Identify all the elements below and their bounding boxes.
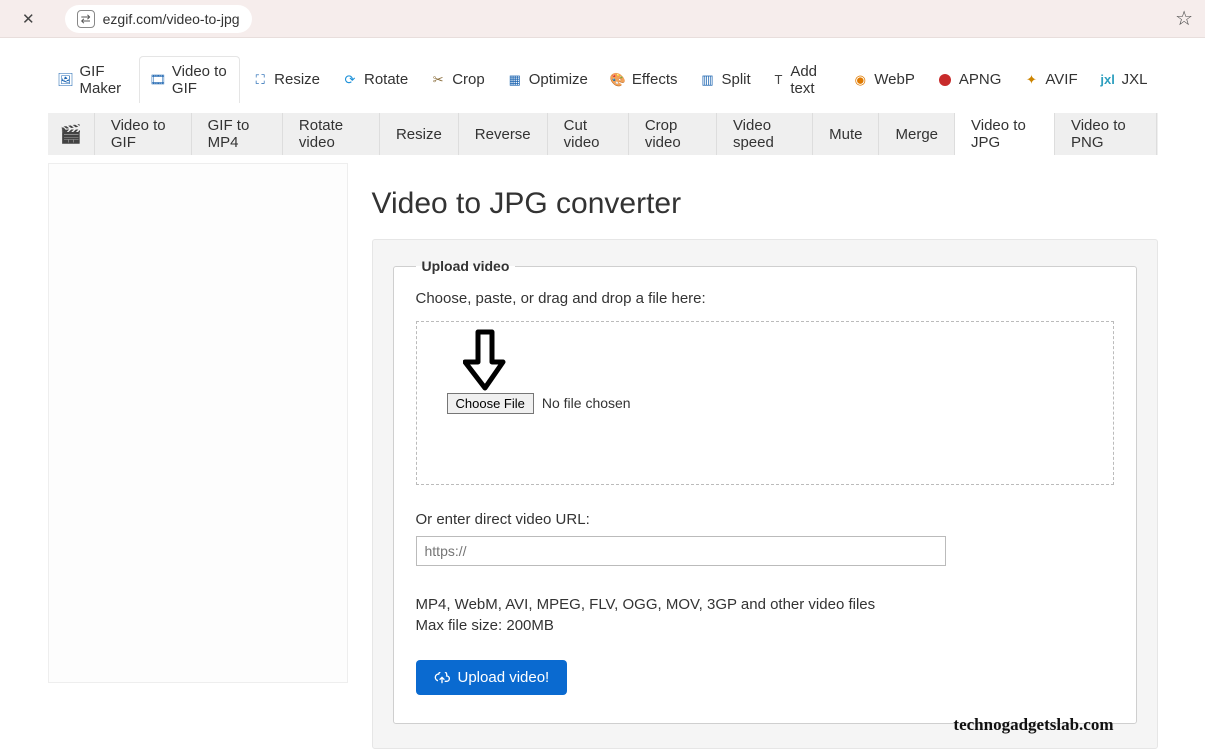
nav-jxl[interactable]: jxl JXL [1090, 65, 1158, 94]
subnav-video-speed[interactable]: Video speed [717, 113, 813, 155]
upload-instruction: Choose, paste, or drag and drop a file h… [416, 290, 1114, 307]
nav-label: APNG [959, 71, 1002, 88]
cloud-upload-icon [434, 672, 450, 684]
nav-label: Add text [790, 63, 830, 97]
browser-top-bar: ✕ ⇄ ezgif.com/video-to-jpg ☆ [0, 0, 1205, 38]
nav-label: JXL [1122, 71, 1148, 88]
webp-icon: ◉ [852, 72, 868, 88]
nav-effects[interactable]: 🎨 Effects [600, 65, 688, 94]
page-title: Video to JPG converter [372, 187, 1158, 221]
site-info-icon[interactable]: ⇄ [77, 10, 95, 28]
nav-optimize[interactable]: ▦ Optimize [497, 65, 598, 94]
subnav-gif-to-mp4[interactable]: GIF to MP4 [192, 113, 283, 155]
crop-icon: ✂ [430, 72, 446, 88]
watermark-text: technogadgetslab.com [953, 715, 1113, 735]
file-dropzone[interactable]: Choose File No file chosen [416, 321, 1114, 485]
top-nav: 🖼 GIF Maker 🎞 Video to GIF ⛶ Resize ⟳ Ro… [48, 38, 1158, 113]
nav-add-text[interactable]: T Add text [763, 57, 841, 103]
subnav-cut-video[interactable]: Cut video [548, 113, 629, 155]
photo-icon: 🖼 [58, 72, 74, 88]
nav-label: Video to GIF [172, 63, 229, 97]
upload-video-button[interactable]: Upload video! [416, 660, 568, 695]
nav-split[interactable]: ▥ Split [690, 65, 761, 94]
apng-icon [937, 72, 953, 88]
subnav-video-to-jpg[interactable]: Video to JPG [955, 113, 1055, 155]
subnav-reverse[interactable]: Reverse [459, 113, 548, 155]
nav-label: Effects [632, 71, 678, 88]
url-label: Or enter direct video URL: [416, 511, 1114, 528]
video-category-icon: 🎬 [48, 113, 95, 155]
nav-resize[interactable]: ⛶ Resize [242, 65, 330, 94]
optimize-icon: ▦ [507, 72, 523, 88]
choose-file-button[interactable]: Choose File [447, 393, 534, 414]
nav-crop[interactable]: ✂ Crop [420, 65, 495, 94]
subnav-crop-video[interactable]: Crop video [629, 113, 717, 155]
video-url-input[interactable] [416, 536, 946, 566]
rotate-icon: ⟳ [342, 72, 358, 88]
nav-video-to-gif[interactable]: 🎞 Video to GIF [139, 56, 240, 103]
upload-button-label: Upload video! [458, 669, 550, 686]
nav-label: Crop [452, 71, 485, 88]
nav-apng[interactable]: APNG [927, 65, 1012, 94]
max-size: Max file size: 200MB [416, 615, 1114, 636]
palette-icon: 🎨 [610, 72, 626, 88]
upload-fieldset: Upload video Choose, paste, or drag and … [393, 258, 1137, 724]
film-icon: 🎞 [150, 72, 166, 88]
nav-label: AVIF [1045, 71, 1077, 88]
jxl-icon: jxl [1100, 72, 1116, 88]
nav-rotate[interactable]: ⟳ Rotate [332, 65, 418, 94]
close-tab-icon[interactable]: ✕ [12, 10, 45, 28]
bookmark-star-icon[interactable]: ☆ [1175, 6, 1193, 31]
split-icon: ▥ [700, 72, 716, 88]
fieldset-legend: Upload video [416, 258, 516, 274]
text-icon: T [773, 72, 785, 88]
nav-label: GIF Maker [80, 63, 127, 97]
arrow-down-icon [463, 328, 507, 392]
nav-label: Rotate [364, 71, 408, 88]
video-subnav: 🎬 Video to GIF GIF to MP4 Rotate video R… [48, 113, 1158, 155]
subnav-merge[interactable]: Merge [879, 113, 955, 155]
subnav-rotate-video[interactable]: Rotate video [283, 113, 380, 155]
upload-panel: Upload video Choose, paste, or drag and … [372, 239, 1158, 749]
url-text: ezgif.com/video-to-jpg [103, 11, 240, 27]
nav-label: Optimize [529, 71, 588, 88]
subnav-mute[interactable]: Mute [813, 113, 879, 155]
nav-label: Resize [274, 71, 320, 88]
subnav-video-to-gif[interactable]: Video to GIF [95, 113, 192, 155]
sidebar-ad-box [48, 163, 348, 683]
nav-gif-maker[interactable]: 🖼 GIF Maker [48, 57, 137, 103]
supported-formats: MP4, WebM, AVI, MPEG, FLV, OGG, MOV, 3GP… [416, 594, 1114, 615]
avif-icon: ✦ [1023, 72, 1039, 88]
nav-label: Split [722, 71, 751, 88]
address-bar[interactable]: ⇄ ezgif.com/video-to-jpg [65, 5, 252, 33]
subnav-resize[interactable]: Resize [380, 113, 459, 155]
no-file-label: No file chosen [542, 395, 631, 411]
nav-avif[interactable]: ✦ AVIF [1013, 65, 1087, 94]
nav-label: WebP [874, 71, 915, 88]
format-hint: MP4, WebM, AVI, MPEG, FLV, OGG, MOV, 3GP… [416, 594, 1114, 636]
subnav-video-to-png[interactable]: Video to PNG [1055, 113, 1158, 155]
resize-icon: ⛶ [252, 72, 268, 88]
nav-webp[interactable]: ◉ WebP [842, 65, 925, 94]
